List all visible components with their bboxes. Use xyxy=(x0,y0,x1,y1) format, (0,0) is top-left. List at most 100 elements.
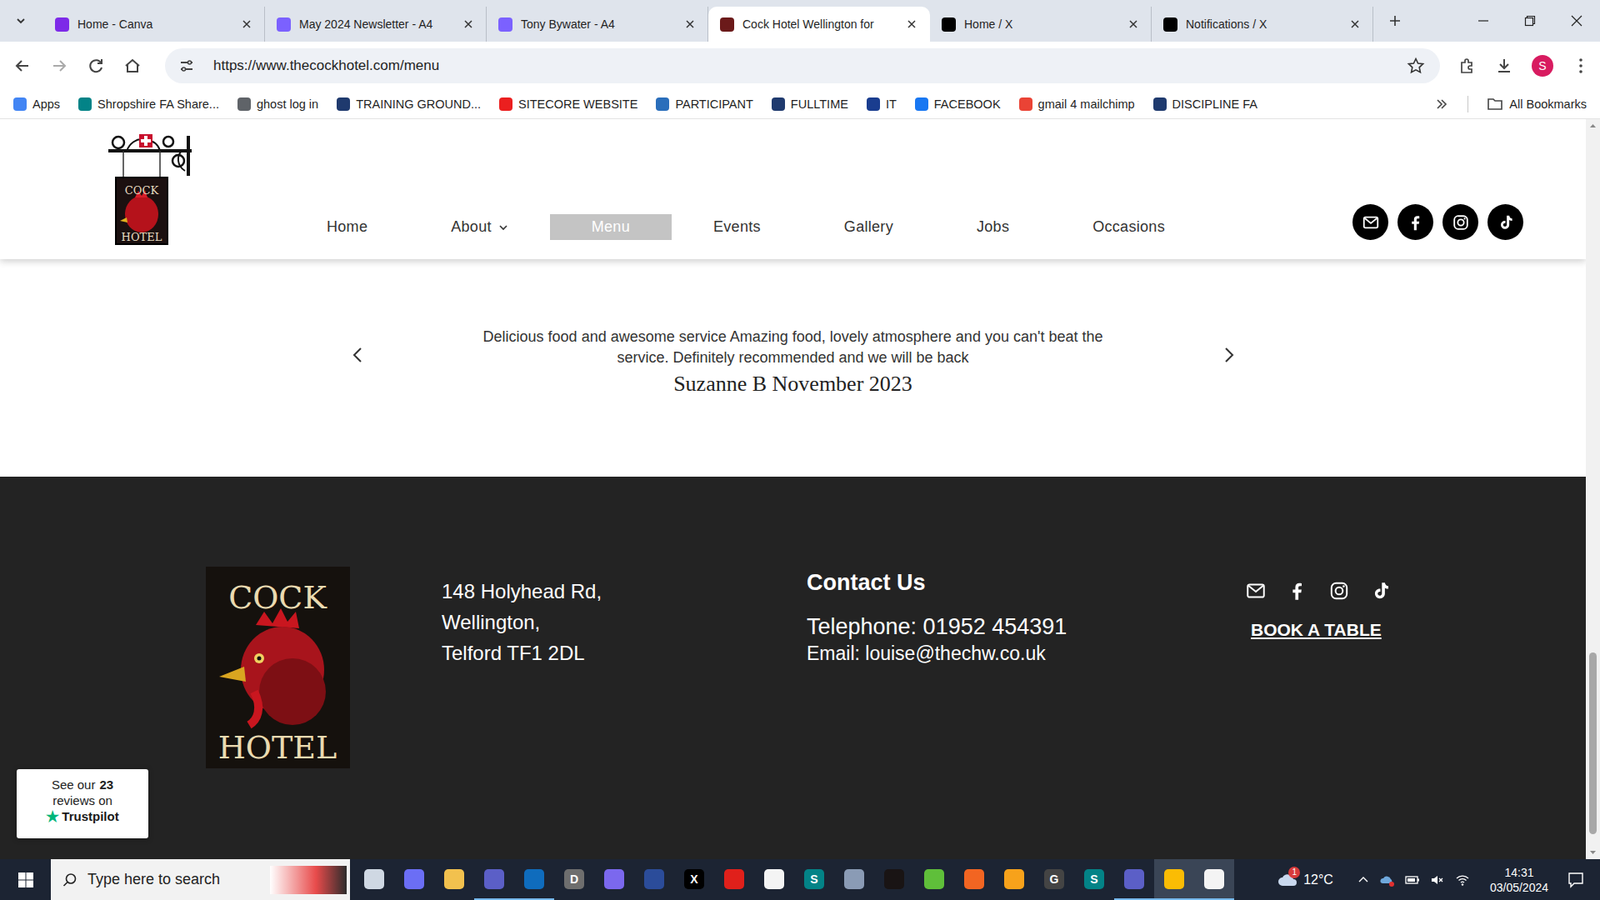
telephone[interactable]: Telephone: 01952 454391 xyxy=(806,612,1245,641)
previous-arrow-icon[interactable] xyxy=(350,345,365,365)
close-icon[interactable] xyxy=(1127,18,1140,30)
restore-button[interactable] xyxy=(1506,0,1554,42)
bookmark[interactable]: SITECORE WEBSITE xyxy=(499,97,638,111)
browser-tab[interactable]: Home / X xyxy=(930,6,1152,42)
new-tab-button[interactable] xyxy=(1380,5,1410,36)
volume-muted-icon[interactable] xyxy=(1430,872,1445,888)
menu-dots-icon[interactable] xyxy=(1571,56,1590,75)
scrollbar[interactable] xyxy=(1585,119,1600,860)
nav-item[interactable]: Menu xyxy=(550,214,672,240)
taskbar-app[interactable]: S xyxy=(1074,859,1115,900)
nav-item[interactable]: Jobs xyxy=(935,214,1051,240)
cock-hotel-logo-icon[interactable]: COCKHOTEL xyxy=(101,130,195,247)
taskbar-app[interactable] xyxy=(474,859,515,900)
scrollbar-thumb[interactable] xyxy=(1589,652,1597,835)
bookmark[interactable]: gmail 4 mailchimp xyxy=(1019,97,1135,111)
show-hidden-icons-icon[interactable] xyxy=(1356,873,1370,887)
taskbar-app[interactable]: D xyxy=(554,859,595,900)
notifications-icon[interactable] xyxy=(1566,870,1585,890)
book-a-table-link[interactable]: BOOK A TABLE xyxy=(1250,620,1392,640)
bookmark[interactable]: DISCIPLINE FA xyxy=(1153,97,1258,111)
email-link[interactable] xyxy=(1352,204,1389,240)
bookmark[interactable]: FULLTIME xyxy=(771,97,849,111)
instagram-icon[interactable] xyxy=(1328,580,1350,602)
taskbar-app[interactable]: X xyxy=(674,859,715,900)
address-bar[interactable]: https://www.thecockhotel.com/menu xyxy=(165,48,1440,84)
close-icon[interactable] xyxy=(1349,18,1361,30)
taskbar-app[interactable] xyxy=(434,859,475,900)
close-icon[interactable] xyxy=(240,18,253,30)
bookmark[interactable]: Shropshire FA Share... xyxy=(78,97,220,111)
nav-item[interactable]: Events xyxy=(671,214,803,240)
reload-icon[interactable] xyxy=(86,56,105,75)
taskbar-app[interactable] xyxy=(1114,859,1155,900)
start-button[interactable] xyxy=(0,859,51,900)
browser-tab[interactable]: Cock Hotel Wellington for xyxy=(708,6,930,42)
more-bookmarks-icon[interactable] xyxy=(1434,96,1450,112)
close-window-button[interactable] xyxy=(1553,0,1600,42)
nav-item[interactable]: About xyxy=(409,214,550,240)
nav-item[interactable]: Occasions xyxy=(1050,214,1207,240)
taskbar-search[interactable]: Type here to search xyxy=(50,859,350,900)
taskbar-app[interactable] xyxy=(834,859,875,900)
onedrive-icon[interactable] xyxy=(1380,872,1395,888)
browser-tab[interactable]: May 2024 Newsletter - A4 xyxy=(265,6,487,42)
taskbar-app[interactable] xyxy=(994,859,1035,900)
instagram-link[interactable] xyxy=(1442,204,1479,240)
home-icon[interactable] xyxy=(123,56,142,75)
next-arrow-icon[interactable] xyxy=(1222,345,1236,365)
bookmark[interactable]: PARTICIPANT xyxy=(655,97,753,111)
bookmark[interactable]: FACEBOOK xyxy=(915,97,1001,111)
taskbar-app[interactable]: G xyxy=(1034,859,1075,900)
site-info-icon[interactable] xyxy=(178,57,195,75)
nav-item[interactable]: Gallery xyxy=(802,214,935,240)
clock[interactable]: 14:3103/05/2024 xyxy=(1490,865,1549,895)
tiktok-icon[interactable] xyxy=(1370,580,1392,602)
taskbar-app[interactable] xyxy=(1194,859,1235,900)
taskbar-app[interactable] xyxy=(914,859,955,900)
weather-widget[interactable]: 112°C xyxy=(1276,871,1334,889)
minimize-button[interactable] xyxy=(1460,0,1507,42)
taskbar-app[interactable] xyxy=(514,859,555,900)
taskbar-app[interactable] xyxy=(354,859,395,900)
browser-tab[interactable]: Notifications / X xyxy=(1151,6,1374,42)
taskbar-app[interactable] xyxy=(754,859,795,900)
all-bookmarks[interactable]: All Bookmarks xyxy=(1486,96,1587,112)
taskbar-app[interactable] xyxy=(1154,859,1195,900)
extensions-icon[interactable] xyxy=(1458,56,1477,75)
email-icon[interactable] xyxy=(1245,580,1267,602)
nav-item[interactable]: Home xyxy=(285,214,410,240)
wifi-icon[interactable] xyxy=(1455,872,1470,888)
close-icon[interactable] xyxy=(905,18,918,30)
bookmark[interactable]: IT xyxy=(866,97,897,111)
bookmark[interactable]: Apps xyxy=(13,97,60,111)
back-icon[interactable] xyxy=(13,56,32,75)
scroll-up-icon[interactable] xyxy=(1585,119,1600,134)
taskbar-app[interactable] xyxy=(634,859,675,900)
facebook-link[interactable] xyxy=(1397,204,1434,240)
profile-avatar[interactable]: S xyxy=(1531,55,1554,77)
scroll-down-icon[interactable] xyxy=(1585,845,1600,860)
star-icon[interactable] xyxy=(1406,56,1425,75)
taskbar-app[interactable] xyxy=(714,859,755,900)
email[interactable]: Email: louise@thechw.co.uk xyxy=(806,640,1245,666)
cock-hotel-logo-icon[interactable]: COCKHOTEL xyxy=(205,566,350,769)
taskbar-app[interactable] xyxy=(394,859,435,900)
trustpilot-badge[interactable]: See our23reviews on★Trustpilot xyxy=(16,769,149,839)
browser-tab[interactable]: Home - Canva xyxy=(43,6,265,42)
browser-tab[interactable]: Tony Bywater - A4 xyxy=(486,6,709,42)
tiktok-link[interactable] xyxy=(1487,204,1524,240)
battery-icon[interactable] xyxy=(1405,872,1420,888)
bookmark[interactable]: ghost log in xyxy=(237,97,319,111)
close-icon[interactable] xyxy=(684,18,696,30)
taskbar-app[interactable] xyxy=(874,859,915,900)
tab-search-button[interactable] xyxy=(8,8,34,34)
taskbar-app[interactable] xyxy=(594,859,635,900)
bookmark[interactable]: TRAINING GROUND... xyxy=(336,97,481,111)
taskbar-app[interactable] xyxy=(954,859,995,900)
forward-icon[interactable] xyxy=(50,56,69,75)
download-icon[interactable] xyxy=(1495,56,1514,75)
close-icon[interactable] xyxy=(462,18,475,30)
facebook-icon[interactable] xyxy=(1286,580,1309,602)
taskbar-app[interactable]: S xyxy=(794,859,835,900)
